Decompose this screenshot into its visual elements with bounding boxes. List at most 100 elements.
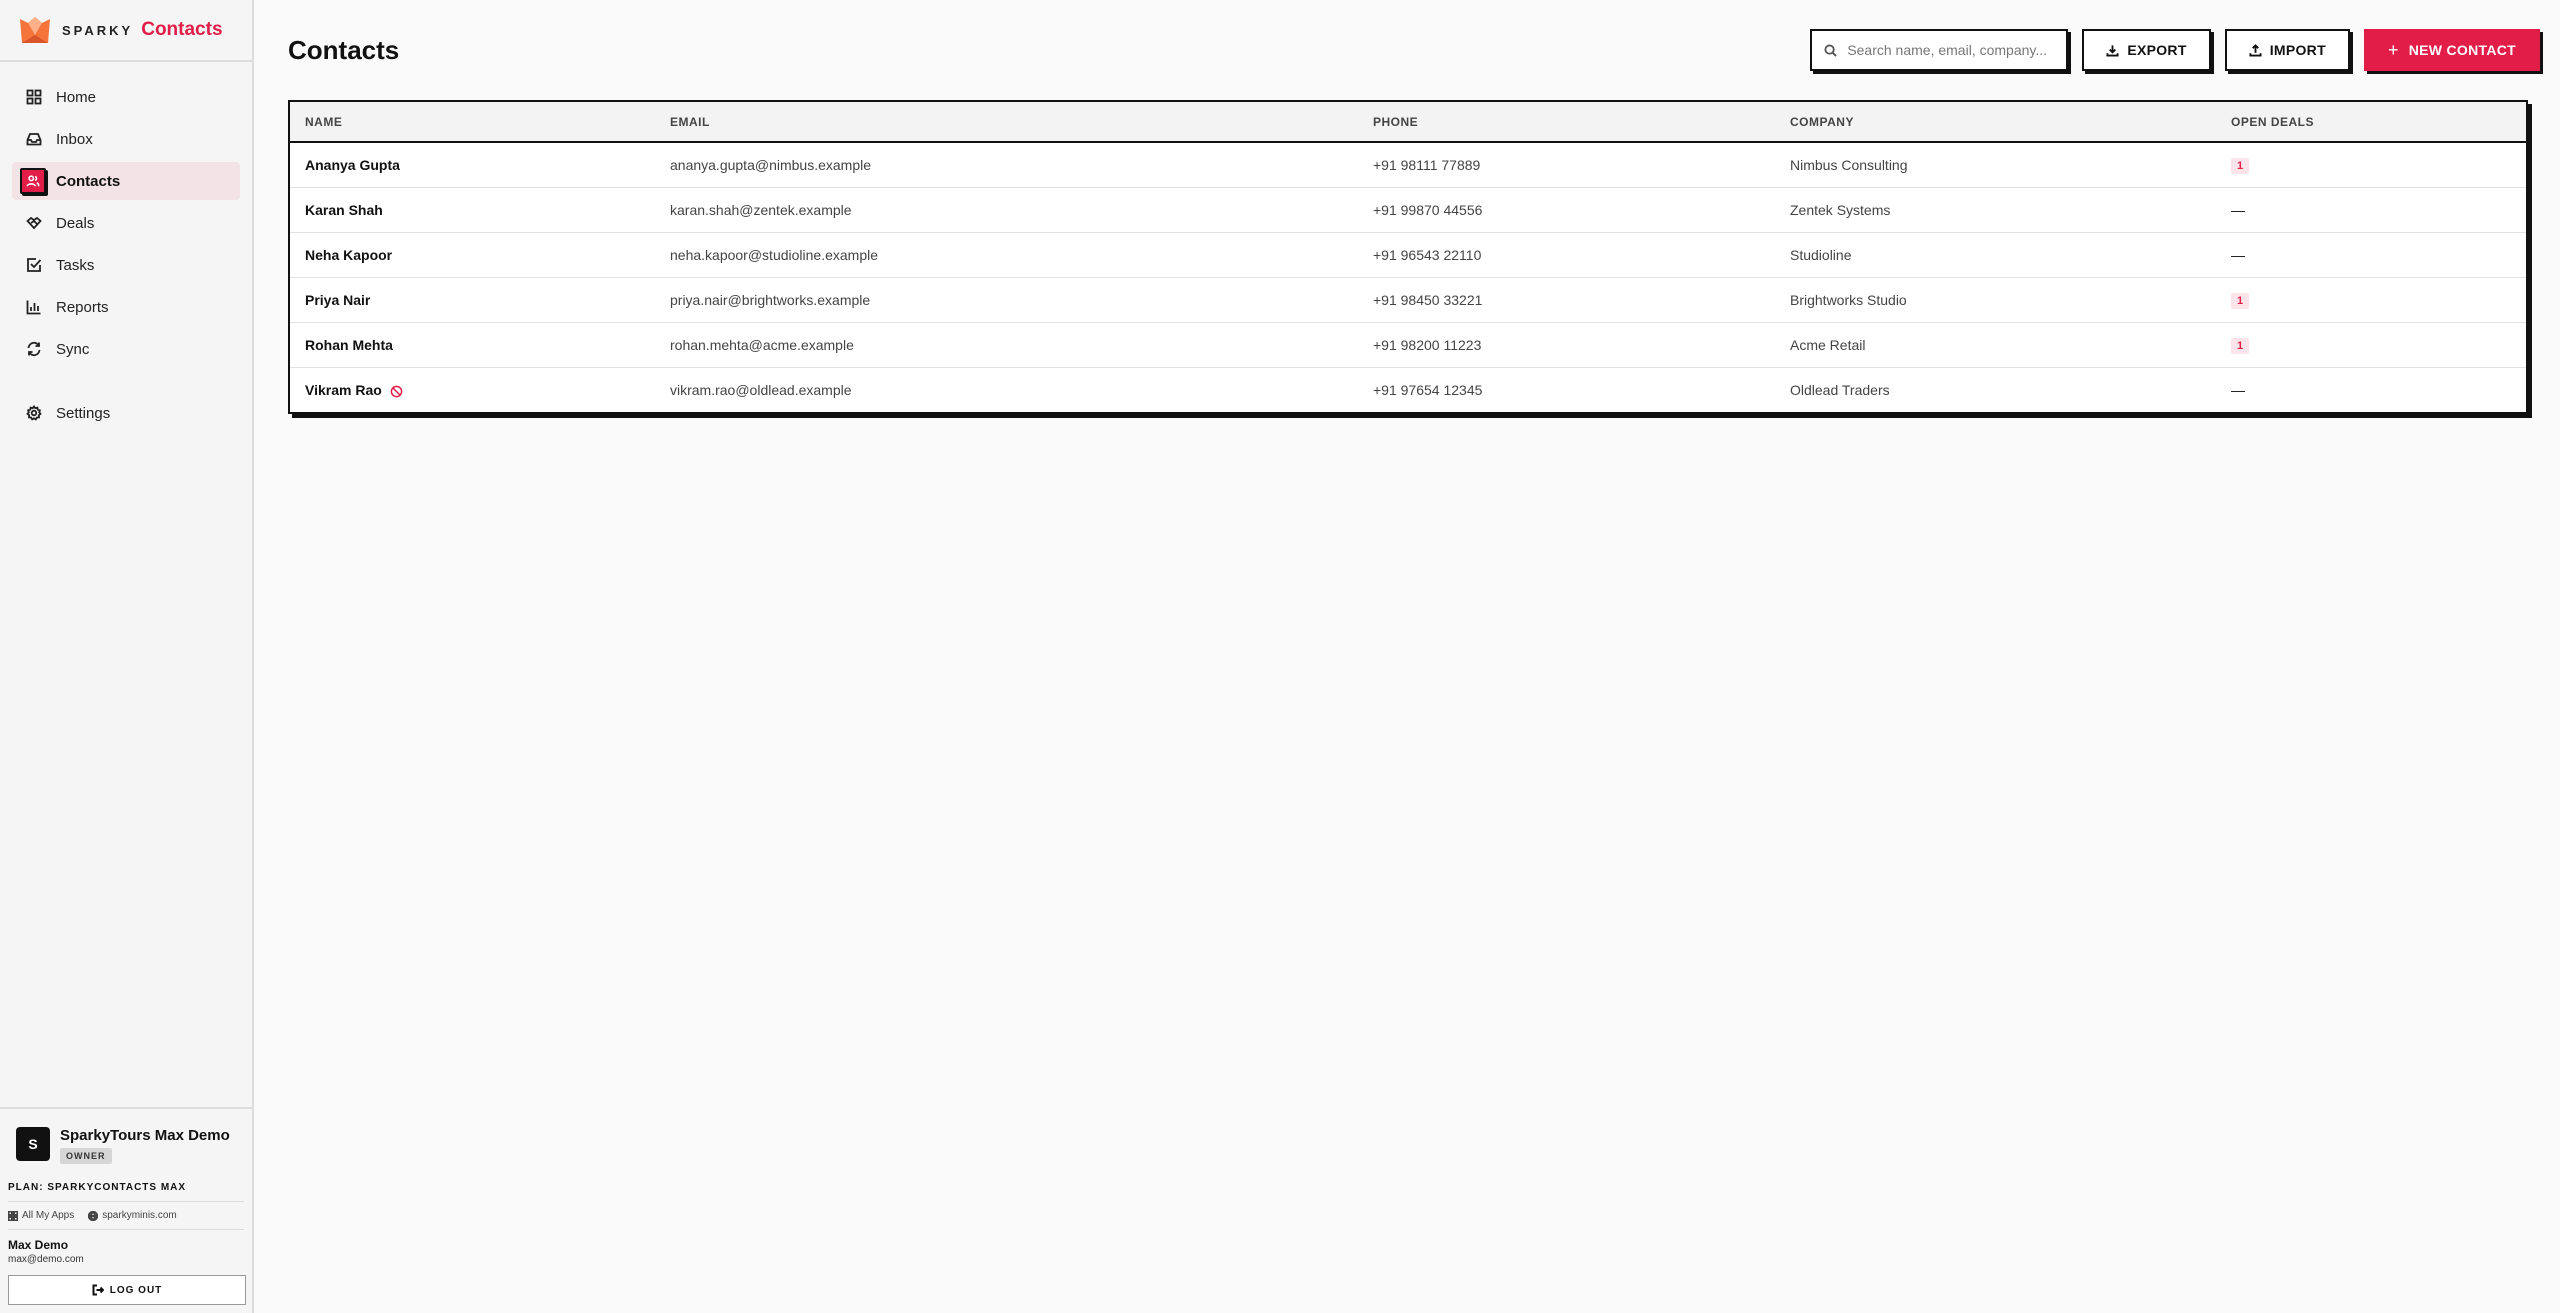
contact-company: Zentek Systems [1790, 201, 1891, 218]
contact-phone: +91 98450 33221 [1373, 291, 1483, 308]
sidebar-item-label: Inbox [56, 130, 93, 148]
contact-company: Acme Retail [1790, 336, 1866, 353]
contact-email: priya.nair@brightworks.example [670, 291, 871, 308]
globe-icon [88, 1210, 99, 1221]
logout-button[interactable]: LOG OUT [8, 1275, 246, 1305]
org-card[interactable]: S SparkyTours Max Demo OWNER [8, 1109, 244, 1176]
inbox-icon [26, 133, 42, 146]
org-avatar: S [16, 1127, 50, 1161]
table-header-row: NAME EMAIL PHONE COMPANY OPEN DEALS [290, 102, 2526, 142]
bar-chart-icon [26, 300, 41, 315]
table-row[interactable]: Ananya Gupta ananya.gupta@nimbus.example +… [290, 142, 2526, 187]
open-deals-badge: 1 [2231, 157, 2250, 174]
contact-company: Studioline [1790, 246, 1852, 263]
logout-label: LOG OUT [109, 1284, 163, 1296]
table-row[interactable]: Karan Shah karan.shah@zentek.example +91 9… [290, 187, 2526, 232]
contact-name-cell: Ananya Gupta [290, 142, 655, 187]
contact-name[interactable]: Rohan Mehta [305, 337, 393, 353]
contact-name[interactable]: Priya Nair [305, 292, 370, 308]
open-deals-cell: 1 [2216, 322, 2526, 367]
sidebar-item-settings[interactable]: Settings [12, 394, 240, 432]
import-button[interactable]: IMPORT [2224, 29, 2350, 71]
sparky-logo-icon [20, 17, 50, 43]
grid-icon [26, 89, 42, 105]
open-deals-cell: — [2216, 232, 2526, 277]
sidebar-footer: S SparkyTours Max Demo OWNER PLAN: SPARK… [0, 1107, 252, 1313]
sidebar-item-label: Deals [56, 214, 95, 232]
contact-email: ananya.gupta@nimbus.example [670, 156, 872, 173]
contact-phone: +91 99870 44556 [1373, 201, 1483, 218]
contacts-table: NAME EMAIL PHONE COMPANY OPEN DEALS Anan… [288, 100, 2528, 414]
role-badge: OWNER [60, 1148, 112, 1164]
no-deals-dash: — [2231, 201, 2245, 218]
table-row[interactable]: Priya Nair priya.nair@brightworks.example… [290, 277, 2526, 322]
contact-name[interactable]: Karan Shah [305, 202, 383, 218]
search-icon [1824, 43, 1838, 57]
upload-icon [2249, 43, 2262, 57]
brand-app-name: Contacts [141, 19, 223, 40]
brand-prefix: SPARKY [62, 22, 134, 38]
page-header: Contacts EXPORT IMPORT + NEW CONTACT [288, 0, 2540, 100]
sidebar-nav: Home Inbox Contacts Deals Tasks Reports … [0, 62, 252, 436]
open-deals-cell: — [2216, 367, 2526, 412]
no-deals-dash: — [2231, 246, 2245, 263]
contact-name-cell: Neha Kapoor [290, 232, 655, 277]
sidebar-item-tasks[interactable]: Tasks [12, 246, 240, 284]
user-email: max@demo.com [8, 1254, 84, 1265]
contact-email: vikram.rao@oldlead.example [670, 381, 852, 398]
search-box [1810, 29, 2069, 71]
sidebar-item-reports[interactable]: Reports [12, 288, 240, 326]
user-name: Max Demo [8, 1238, 69, 1252]
table-row[interactable]: Vikram Rao vikram.rao@oldlead.example +91 … [290, 367, 2526, 412]
org-name: SparkyTours Max Demo [60, 1127, 230, 1144]
contact-name[interactable]: Ananya Gupta [305, 157, 400, 173]
logout-icon [92, 1284, 104, 1296]
contact-company: Brightworks Studio [1790, 291, 1907, 308]
plus-icon: + [2387, 39, 2399, 60]
handshake-icon [26, 216, 42, 230]
refresh-icon [27, 341, 41, 357]
column-header-name[interactable]: NAME [290, 102, 655, 142]
column-header-phone[interactable]: PHONE [1358, 102, 1775, 142]
users-icon [20, 168, 46, 194]
website-link[interactable]: sparkyminis.com [88, 1210, 177, 1221]
column-header-company[interactable]: COMPANY [1775, 102, 2216, 142]
sidebar-item-inbox[interactable]: Inbox [12, 120, 240, 158]
contact-email: karan.shah@zentek.example [670, 201, 852, 218]
website-label: sparkyminis.com [102, 1210, 177, 1221]
column-header-email[interactable]: EMAIL [655, 102, 1358, 142]
all-apps-link[interactable]: All My Apps [8, 1210, 74, 1221]
app-root: SPARKY Contacts Home Inbox Contacts Deal… [0, 0, 2560, 1313]
contact-name[interactable]: Vikram Rao [305, 382, 382, 398]
export-button[interactable]: EXPORT [2082, 29, 2211, 71]
sidebar-item-label: Reports [56, 298, 109, 316]
open-deals-cell: — [2216, 187, 2526, 232]
search-input[interactable] [1845, 41, 2060, 59]
header-actions: EXPORT IMPORT + NEW CONTACT [1810, 29, 2540, 71]
contact-email: rohan.mehta@acme.example [670, 336, 854, 353]
sidebar-item-deals[interactable]: Deals [12, 204, 240, 242]
do-not-contact-icon [390, 385, 403, 397]
sidebar-item-home[interactable]: Home [12, 78, 240, 116]
contact-name-cell: Priya Nair [290, 277, 655, 322]
brand[interactable]: SPARKY Contacts [0, 0, 252, 62]
sidebar-item-contacts[interactable]: Contacts [12, 162, 240, 200]
table-row[interactable]: Rohan Mehta rohan.mehta@acme.example +91 9… [290, 322, 2526, 367]
user-info: Max Demo max@demo.com [8, 1230, 244, 1275]
new-contact-button[interactable]: + NEW CONTACT [2363, 29, 2540, 71]
no-deals-dash: — [2231, 381, 2245, 398]
contact-name[interactable]: Neha Kapoor [305, 247, 392, 263]
table-row[interactable]: Neha Kapoor neha.kapoor@studioline.exampl… [290, 232, 2526, 277]
sidebar: SPARKY Contacts Home Inbox Contacts Deal… [0, 0, 254, 1313]
table-body: Ananya Gupta ananya.gupta@nimbus.example +… [290, 142, 2526, 412]
sidebar-item-label: Home [56, 88, 97, 106]
contact-company: Oldlead Traders [1790, 381, 1890, 398]
download-icon [2106, 44, 2119, 57]
sidebar-item-label: Sync [56, 340, 90, 358]
contact-company: Nimbus Consulting [1790, 156, 1908, 173]
column-header-open-deals[interactable]: OPEN DEALS [2216, 102, 2526, 142]
sidebar-item-sync[interactable]: Sync [12, 330, 240, 368]
gear-icon [26, 405, 42, 421]
open-deals-badge: 1 [2231, 337, 2250, 354]
contact-phone: +91 97654 12345 [1373, 381, 1483, 398]
